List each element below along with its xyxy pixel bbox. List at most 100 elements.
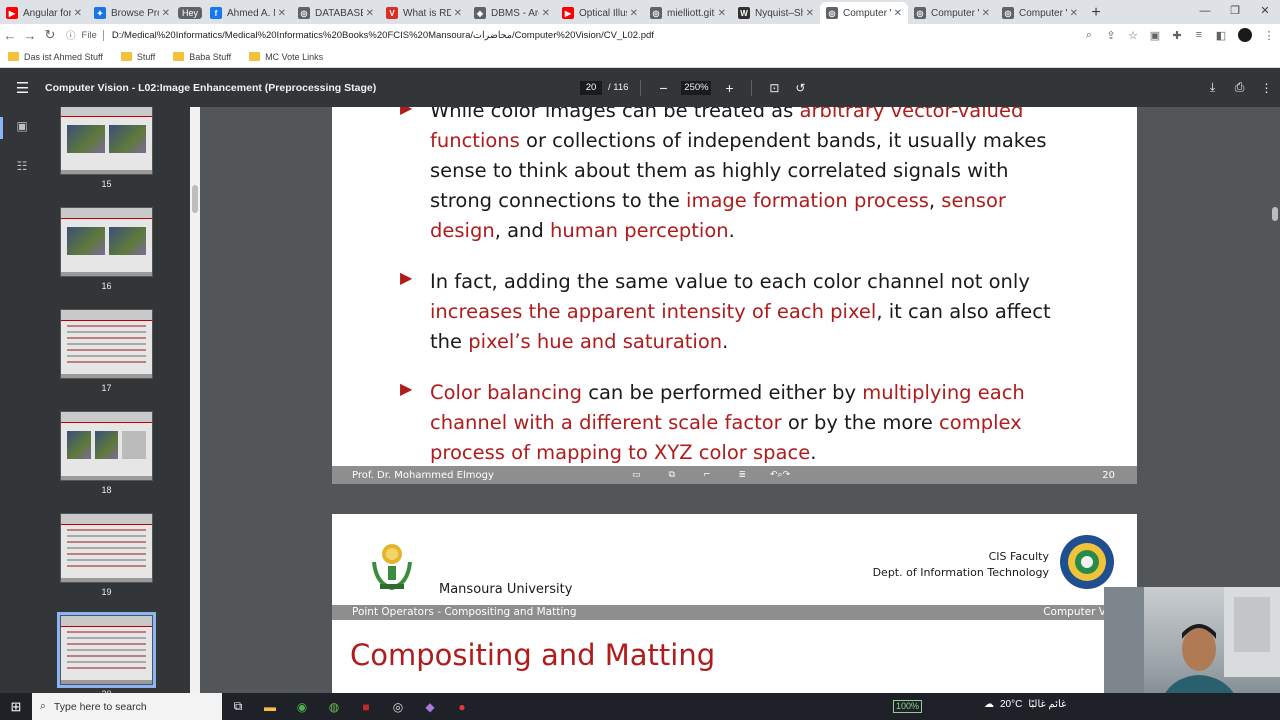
browser-tab[interactable]: f Ahmed A. M✕ [204,2,292,24]
browser-tab[interactable]: V What is RDB✕ [380,2,468,24]
zoom-out-icon[interactable]: − [653,80,673,96]
menu-kebab-icon[interactable]: ⋮ [1258,29,1280,42]
info-icon[interactable]: ⓘ [66,28,76,42]
close-window-icon[interactable]: ✕ [1250,0,1280,22]
browser-tab[interactable]: ▶ Angular for Be✕ [0,2,88,24]
bookmark-item[interactable]: Stuff [120,52,155,62]
bullet-icon: ▶ [400,270,413,287]
viewer-scroll-thumb[interactable] [1272,207,1278,221]
tab-close-icon[interactable]: ✕ [454,8,462,19]
page-thumbnail[interactable] [60,309,153,379]
browser-tab[interactable]: ◎ DATABASE M✕ [292,2,380,24]
new-tab-button[interactable]: + [1084,2,1108,24]
hamburger-icon[interactable]: ☰ [0,79,45,97]
tab-close-icon[interactable]: ✕ [542,8,550,19]
reload-icon[interactable]: ↻ [40,27,60,43]
windows-start-icon[interactable]: ⊞ [0,699,32,715]
bookmark-item[interactable]: Das ist Ahmed Stuff [8,52,103,62]
page-thumbnail[interactable] [57,612,156,688]
page-thumbnail[interactable] [60,107,153,175]
browser-tab[interactable]: ✦ Browse Projec✕ [88,2,176,24]
browser-tab[interactable]: ◎ Computer Vi✕ [820,2,908,24]
browser-tab[interactable]: ◎ Computer Vi✕ [996,2,1084,24]
share-icon[interactable]: ⇪ [1100,29,1122,42]
avatar[interactable] [1238,28,1252,42]
tab-close-icon[interactable]: ✕ [366,8,374,19]
recorder-icon[interactable]: ● [446,700,478,714]
thumbnail-images [67,125,146,153]
app-circle-icon[interactable]: ◎ [382,700,414,714]
tab-close-icon[interactable]: ✕ [630,8,638,19]
nav-toc-icon[interactable]: ≣ [739,470,747,480]
browser-tab[interactable]: ▶ Optical Illusi✕ [556,2,644,24]
zoom-level-input[interactable]: 250% [681,80,712,95]
print-icon[interactable]: ⎙ [1226,80,1253,95]
chrome-icon[interactable]: ◉ [286,700,318,714]
weather-widget[interactable]: ☁ 20°C غائم غالبًا [984,699,1066,710]
zoom-icon[interactable]: ⌕ [1078,29,1100,42]
taskbar-search[interactable]: ⌕ Type here to search [32,693,222,720]
nav-frame-icon[interactable]: ▭ [632,470,641,480]
thumbnail-text-line [67,529,146,531]
restore-icon[interactable]: ❐ [1220,0,1250,22]
nav-subsection-icon[interactable]: ⌐ [703,470,711,480]
visual-studio-icon[interactable]: ◆ [414,700,446,714]
tab-group-hey[interactable]: Hey [176,2,204,24]
app-red-icon[interactable]: ■ [350,700,382,714]
scroll-thumb[interactable] [192,185,198,213]
tab-close-icon[interactable]: ✕ [982,8,990,19]
back-icon[interactable]: ← [0,28,20,43]
tab-close-icon[interactable]: ✕ [278,8,286,19]
thumbnail-footer [61,476,152,480]
tab-close-icon[interactable]: ✕ [74,8,82,19]
section-band-left: Point Operators - Compositing and Mattin… [352,606,577,618]
app-green-icon[interactable]: ◍ [318,700,350,714]
page-thumbnail[interactable] [60,411,153,481]
zoom-in-icon[interactable]: + [719,80,739,96]
thumbnail-footer [61,374,152,378]
cast-icon[interactable]: ≡ [1188,29,1210,41]
thumbnails-icon[interactable]: ▣ [13,119,31,137]
thumbnail-scrollbar[interactable] [190,107,200,693]
extension-icon[interactable]: ▣ [1144,29,1166,42]
bookmark-item[interactable]: Baba Stuff [173,52,231,62]
nav-search-icon[interactable]: ↶⌕↷ [770,470,790,480]
sidepanel-icon[interactable]: ◧ [1210,29,1232,42]
nav-section-icon[interactable]: ⧉ [669,470,675,480]
bookmark-label: Das ist Ahmed Stuff [24,51,103,62]
page-thumbnail[interactable] [60,207,153,277]
page-thumbnail[interactable] [60,513,153,583]
tab-close-icon[interactable]: ✕ [894,8,902,19]
forward-icon[interactable]: → [20,28,40,43]
tab-title: Nyquist–Sha [755,7,803,19]
thumbnail-text-line [67,643,146,645]
browser-tab[interactable]: W Nyquist–Sha✕ [732,2,820,24]
browser-tab[interactable]: ◎ Computer Vi✕ [908,2,996,24]
thumbnail-page-number: 17 [101,383,112,393]
tab-close-icon[interactable]: ✕ [806,8,814,19]
more-options-icon[interactable]: ⋮ [1253,81,1280,95]
bookmark-item[interactable]: MC Vote Links [249,52,323,62]
tab-close-icon[interactable]: ✕ [162,8,170,19]
address-url[interactable]: D:/Medical%20Informatics/Medical%20Infor… [112,30,654,41]
page-number-input[interactable]: 20 [580,80,602,95]
puzzle-icon[interactable]: ✚ [1166,29,1188,42]
battery-indicator[interactable]: 100% [893,700,923,713]
file-explorer-icon[interactable]: ▬ [254,700,286,714]
favicon-icon: ◈ [474,7,486,19]
tab-close-icon[interactable]: ✕ [718,8,726,19]
thumbnail-header [61,412,152,423]
tab-close-icon[interactable]: ✕ [1070,8,1078,19]
fit-page-icon[interactable]: ⊡ [764,81,784,95]
rotate-icon[interactable]: ↺ [790,81,810,95]
download-icon[interactable]: ⤓ [1199,80,1226,95]
minimize-icon[interactable]: — [1190,0,1220,22]
browser-tab[interactable]: ◎ mielliott.githu✕ [644,2,732,24]
browser-tab[interactable]: ◈ DBMS - Arch✕ [468,2,556,24]
task-view-icon[interactable]: ⧉ [222,699,254,714]
address-bar[interactable]: ⓘ File D:/Medical%20Informatics/Medical%… [66,26,1078,44]
beamer-nav-controls: ▭ ⧉ ⌐ ≣ ↶⌕↷ [632,470,790,480]
bullet-icon: ▶ [400,107,413,117]
outline-icon[interactable]: ☷ [13,159,31,177]
bookmark-star-icon[interactable]: ☆ [1122,29,1144,42]
